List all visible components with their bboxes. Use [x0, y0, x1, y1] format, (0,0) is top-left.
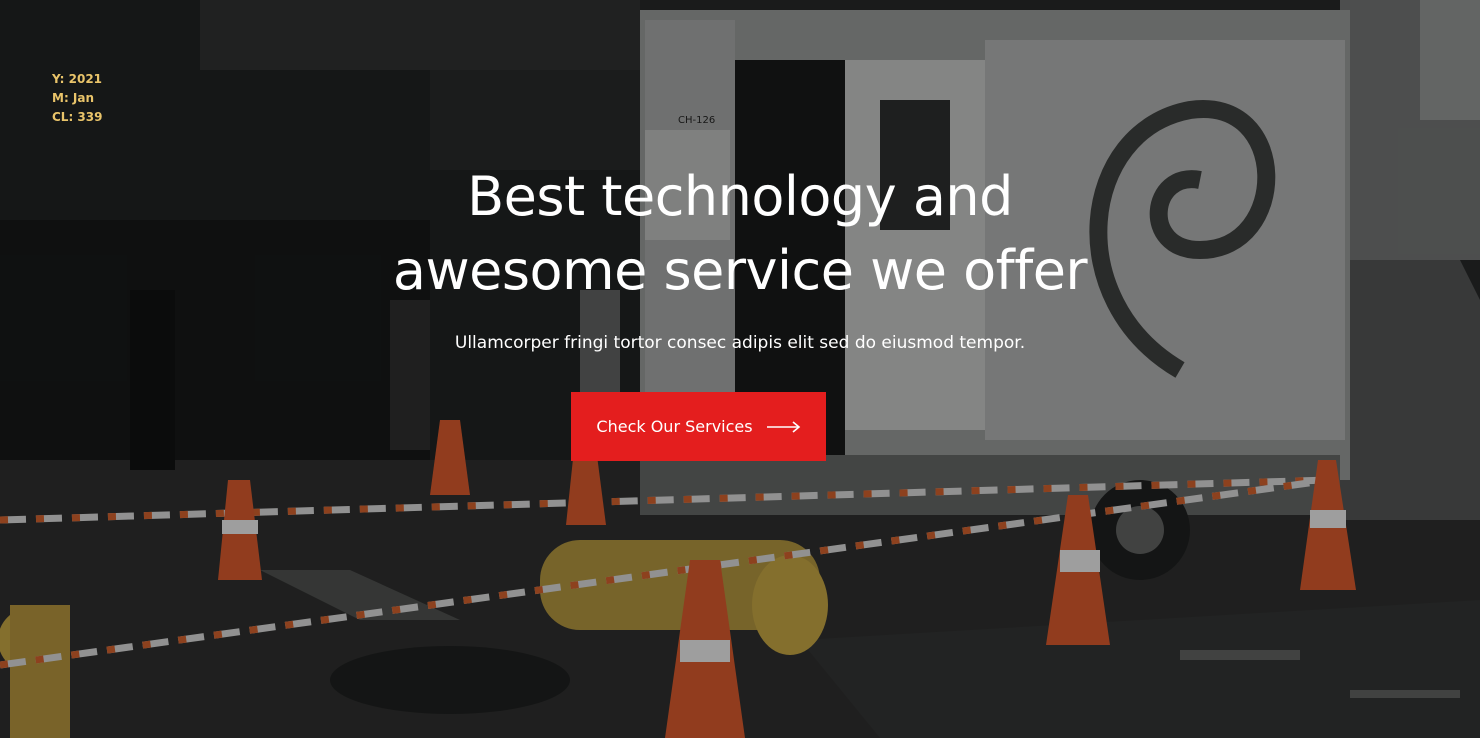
hero-section: CH-126 Y: 2021 M: Jan CL: 339 Best techn…	[0, 0, 1480, 738]
hero-dark-overlay	[0, 0, 1480, 738]
date-stamp: Y: 2021 M: Jan CL: 339	[52, 70, 102, 127]
stamp-month: M: Jan	[52, 91, 95, 105]
check-services-button[interactable]: Check Our Services	[571, 392, 826, 461]
hero-title: Best technology and awesome service we o…	[340, 160, 1140, 308]
hero-subtitle: Ullamcorper fringi tortor consec adipis …	[454, 333, 1026, 353]
stamp-cl: CL: 339	[52, 110, 103, 124]
hero-title-line-1: Best technology and	[467, 165, 1013, 228]
hero-title-line-2: awesome service we offer	[392, 239, 1088, 302]
hero-content: Best technology and awesome service we o…	[0, 160, 1480, 356]
stamp-year: Y: 2021	[52, 72, 103, 86]
long-arrow-right-icon	[766, 420, 800, 433]
check-services-label: Check Our Services	[596, 417, 753, 436]
